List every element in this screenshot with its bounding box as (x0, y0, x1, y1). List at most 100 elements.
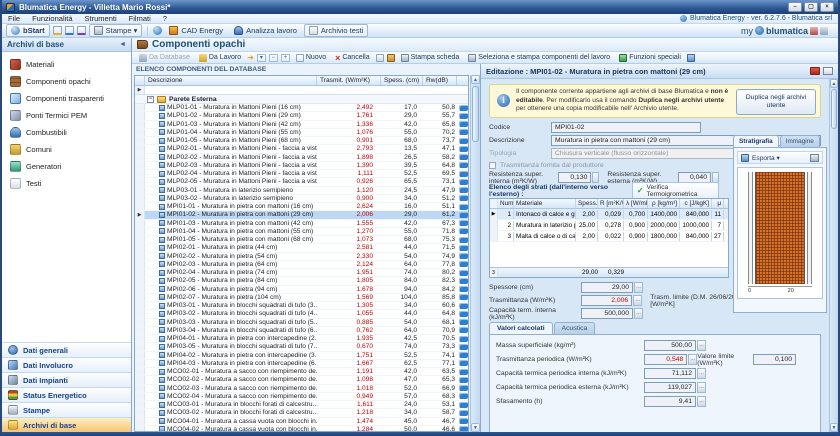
menu-item-3[interactable]: Filmati (123, 14, 157, 23)
table-row[interactable]: MLP02-01 - Muratura in Mattoni Pieni - f… (135, 145, 468, 153)
capacita-field[interactable]: 500,000 (581, 308, 633, 319)
valori-value-field[interactable]: 9,41 (644, 396, 696, 407)
details-icon[interactable] (459, 237, 468, 243)
details-icon[interactable] (459, 410, 468, 416)
scroll-down-icon[interactable]: ▼ (471, 423, 480, 432)
table-row[interactable]: MLP01-01 - Muratura in Mattoni Pieni (16… (135, 104, 468, 112)
menu-item-1[interactable]: Funzionalità (26, 14, 78, 23)
sidebar-nav-dati-involucro[interactable]: Dati Involucro (2, 357, 131, 372)
strati-row[interactable]: 3Malta di calce o di calce ...2,000,0220… (490, 231, 728, 242)
nuovo-button[interactable]: Nuovo (293, 54, 329, 62)
cancella-button[interactable]: × Cancella (332, 54, 373, 62)
valori-more-button[interactable]: … (697, 382, 706, 393)
bsmart-icon[interactable] (810, 67, 820, 75)
table-row[interactable]: MPI02-05 - Muratura in pietra (84 cm)1,8… (135, 277, 468, 285)
menu-item-0[interactable]: File (2, 14, 26, 23)
analizza-lavoro-button[interactable]: Analizza lavoro (230, 25, 301, 36)
details-icon[interactable] (459, 187, 468, 193)
valori-more-button[interactable]: … (697, 340, 706, 351)
table-row[interactable]: MLP02-05 - Muratura in Mattoni Pieni - f… (135, 178, 468, 186)
details-icon[interactable] (459, 171, 468, 177)
cad-energy-button[interactable]: CAD Energy (165, 25, 227, 36)
strati-row[interactable]: ▶1Intonaco di calce e gess...2,000,0290,… (490, 209, 728, 220)
scroll-up-icon[interactable]: ▲ (471, 75, 480, 84)
paste-icon[interactable] (387, 54, 395, 62)
details-icon[interactable] (459, 270, 468, 276)
table-row[interactable]: MCO02-01 - Muratura a sacco con riempime… (135, 368, 468, 376)
sidebar-item-testi[interactable]: Testi (2, 175, 131, 192)
da-database-button[interactable]: Da Database (136, 54, 193, 62)
sidebar-nav-archivi-di-base[interactable]: Archivi di base (2, 417, 131, 432)
valori-more-button[interactable]: … (688, 354, 697, 365)
verifica-termoigrometrica-button[interactable]: ✓ Verifica Termoigrometrica (632, 182, 719, 200)
bstart-button[interactable]: bStart (6, 24, 50, 37)
trasmittanza-field[interactable]: 2,006 (581, 295, 632, 306)
details-icon[interactable] (459, 113, 468, 119)
table-row[interactable]: MPI02-02 - Muratura in pietra (54 cm)2,3… (135, 253, 468, 261)
details-icon[interactable] (459, 129, 468, 135)
trasmittanza-more-button[interactable]: … (633, 295, 642, 306)
details-icon[interactable] (459, 204, 468, 210)
editor-scrollbar-thumb[interactable] (831, 89, 837, 129)
sidebar-nav-stampe[interactable]: Stampe (2, 402, 131, 417)
table-row[interactable]: MLP02-03 - Muratura in Mattoni Pieni - f… (135, 162, 468, 170)
strati-column-header-3[interactable]: R [m²K/W] (598, 199, 624, 208)
export-icon[interactable] (687, 54, 695, 62)
valori-value-field[interactable]: 0,548 (644, 354, 687, 365)
strati-column-header-6[interactable]: c [J/kgK] (680, 199, 712, 208)
valori-value-field[interactable]: 500,00 (644, 340, 696, 351)
brand-mini-icon-1[interactable] (810, 27, 818, 35)
table-row[interactable]: MLP01-04 - Muratura in Mattoni Pieni (55… (135, 129, 468, 137)
globe-icon[interactable] (153, 26, 162, 35)
seleziona-stampa-button[interactable]: Seleziona e stampa componenti del lavoro (465, 54, 613, 62)
table-row[interactable]: ▶MPI01-02 - Muratura in pietra con matto… (135, 211, 468, 219)
table-row[interactable]: MLP01-02 - Muratura in Mattoni Pieni (29… (135, 112, 468, 120)
sidebar-item-combustibili[interactable]: Combustibili (2, 124, 131, 141)
dropdown-nav-icon[interactable]: ▾ (257, 54, 266, 62)
table-row[interactable]: MPI03-02 - Muratura in blocchi squadrati… (135, 310, 468, 318)
valori-value-field[interactable]: 71,112 (644, 368, 696, 379)
copy-icon[interactable] (376, 54, 384, 62)
table-row[interactable]: MPI04-02 - Muratura in pietra con interc… (135, 352, 468, 360)
tab-stratigrafia[interactable]: Stratigrafia (733, 135, 779, 147)
details-icon[interactable] (459, 336, 468, 342)
funzioni-speciali-button[interactable]: Funzioni speciali (616, 54, 684, 62)
expand-all-icon[interactable]: + (281, 54, 290, 62)
table-row[interactable]: MPI04-01 - Muratura in pietra con interc… (135, 335, 468, 343)
details-icon[interactable] (459, 286, 468, 292)
details-icon[interactable] (459, 327, 468, 333)
strati-column-header-2[interactable]: Spess... (576, 199, 598, 208)
table-row[interactable]: MLP01-03 - Muratura in Mattoni Pieni (42… (135, 121, 468, 129)
details-icon[interactable] (459, 369, 468, 375)
sidebar-nav-status-energetico[interactable]: Status Energetico (2, 387, 131, 402)
table-row[interactable]: MPI01-04 - Muratura in pietra con matton… (135, 228, 468, 236)
details-icon[interactable] (459, 154, 468, 160)
collapse-all-icon[interactable]: − (269, 54, 278, 62)
details-icon[interactable] (459, 319, 468, 325)
table-row[interactable]: MPI03-04 - Muratura in blocchi squadrati… (135, 327, 468, 335)
details-icon[interactable] (459, 212, 468, 218)
table-row[interactable]: MPI01-01 - Muratura in pietra con matton… (135, 203, 468, 211)
sidebar-item-materiali[interactable]: Materiali (2, 56, 131, 73)
strati-column-header-0[interactable]: Num. (498, 199, 514, 208)
details-icon[interactable] (459, 220, 468, 226)
details-icon[interactable] (459, 402, 468, 408)
print-stratigraphy-icon[interactable] (810, 154, 819, 162)
sidebar-nav-dati-generali[interactable]: Dati generali (2, 342, 131, 357)
details-icon[interactable] (459, 377, 468, 383)
stampa-scheda-button[interactable]: Stampa scheda (398, 54, 463, 62)
open-file-icon[interactable] (65, 26, 74, 35)
table-row[interactable]: MPI02-07 - Muratura in pietra (104 cm)1,… (135, 294, 468, 302)
table-row[interactable]: MPI02-06 - Muratura in pietra (94 cm)1,6… (135, 286, 468, 294)
details-icon[interactable] (459, 105, 468, 111)
grid-vertical-scrollbar[interactable]: ▲ ▼ (470, 75, 480, 432)
stampe-button[interactable]: Stampe ▾ (89, 24, 143, 37)
details-icon[interactable] (459, 278, 468, 284)
details-icon[interactable] (459, 393, 468, 399)
valori-more-button[interactable]: … (697, 368, 706, 379)
menu-item-4[interactable]: ? (157, 14, 173, 23)
table-row[interactable]: MPI01-03 - Muratura in pietra con matton… (135, 220, 468, 228)
capacita-more-button[interactable]: … (634, 308, 643, 319)
details-icon[interactable] (459, 352, 468, 358)
minimize-button[interactable]: – (788, 2, 802, 12)
